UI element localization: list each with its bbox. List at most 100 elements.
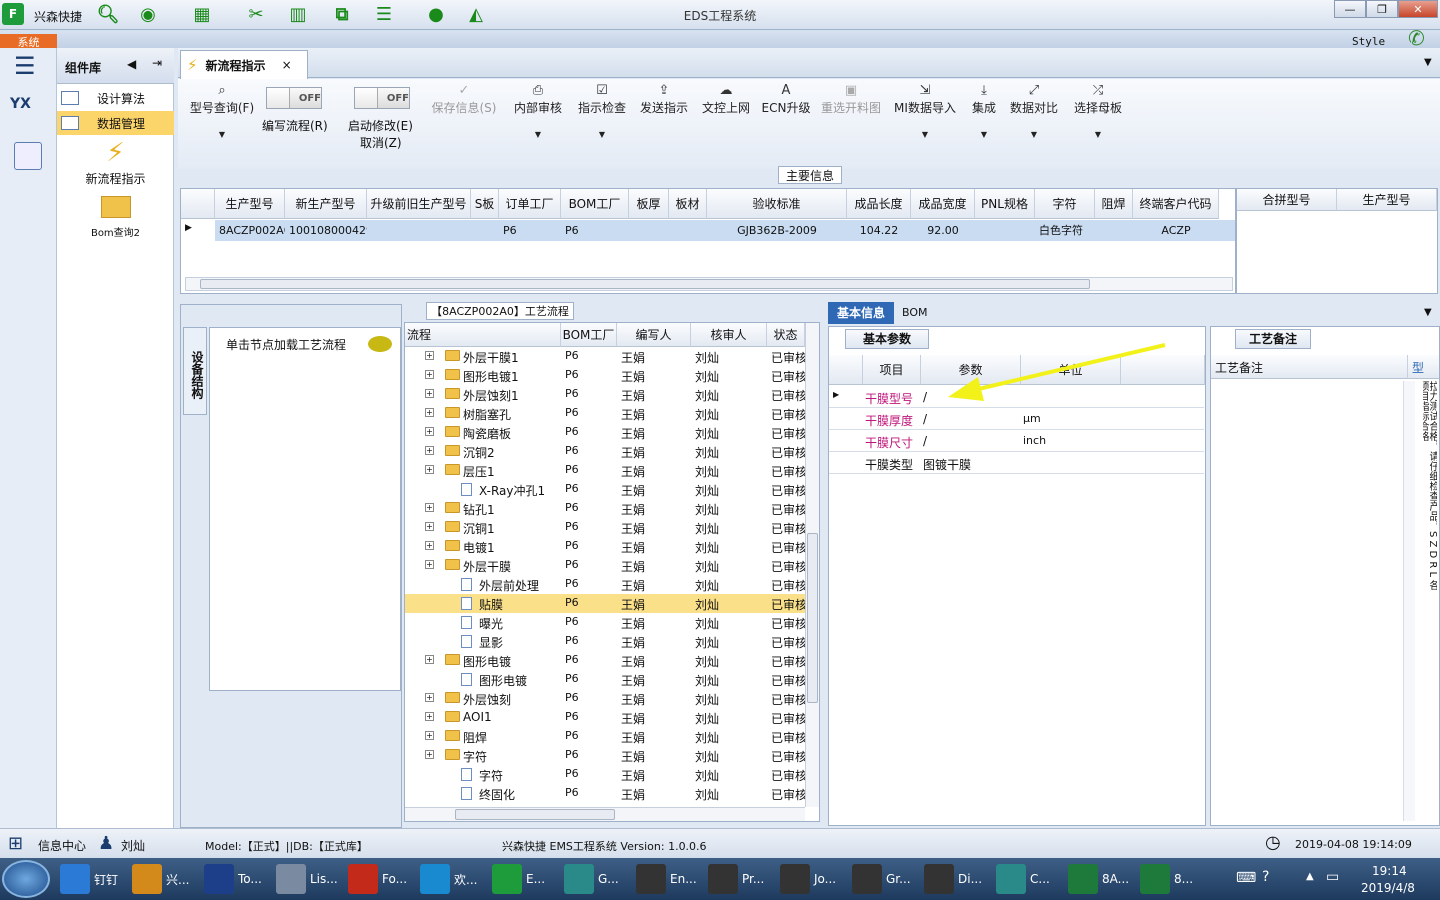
tool-mi-import[interactable]: ⇲ MI数据导入 ▼: [892, 83, 958, 139]
info-dropdown-icon[interactable]: ▼: [1424, 307, 1432, 318]
param-item[interactable]: 干膜厚度: [865, 412, 913, 429]
tool-send-instruction[interactable]: ⇪ 发送指示: [636, 83, 692, 116]
param-row[interactable]: 干膜厚度 / μm: [829, 408, 1204, 430]
tree-row[interactable]: + 钻孔1 P6 王娟 刘灿 已审核: [405, 499, 805, 518]
col-header[interactable]: PNL规格: [975, 189, 1035, 219]
taskbar-item[interactable]: En...: [636, 862, 706, 896]
grid-cell[interactable]: GJB362B-2009: [707, 220, 847, 240]
h-scrollbar[interactable]: [405, 807, 805, 821]
minimize-button[interactable]: —: [1334, 0, 1366, 18]
hamburger-icon[interactable]: ☰: [14, 54, 36, 78]
expand-icon[interactable]: +: [425, 427, 434, 436]
grid-cell[interactable]: [669, 220, 707, 240]
expand-icon[interactable]: +: [425, 712, 434, 721]
expand-icon[interactable]: +: [425, 503, 434, 512]
tree-row[interactable]: + 陶瓷磨板 P6 王娟 刘灿 已审核: [405, 423, 805, 442]
col-header[interactable]: 新生产型号: [285, 189, 367, 219]
col-header[interactable]: 终端客户代码: [1133, 189, 1219, 219]
tree-row[interactable]: + 外层蚀刻1 P6 王娟 刘灿 已审核: [405, 385, 805, 404]
grid-cell[interactable]: 104.22: [847, 220, 911, 240]
col-header[interactable]: 验收标准: [707, 189, 847, 219]
v-scrollbar[interactable]: [805, 323, 819, 807]
param-item[interactable]: 干膜型号: [865, 390, 913, 407]
col-header[interactable]: 成品长度: [847, 189, 911, 219]
tree-row[interactable]: + 图形电镀1 P6 王娟 刘灿 已审核: [405, 366, 805, 385]
col-header[interactable]: BOM工厂: [561, 189, 629, 219]
tool-doc-online[interactable]: ☁ 文控上网: [698, 83, 754, 116]
grid-cell[interactable]: [629, 220, 669, 240]
scroll-thumb[interactable]: [455, 809, 615, 820]
scroll-thumb[interactable]: [807, 533, 818, 703]
complib-item-data-management[interactable]: 数据管理: [57, 111, 174, 135]
pin-icon[interactable]: ⇥: [152, 56, 162, 70]
grid-cell[interactable]: 10010800042979: [285, 220, 367, 240]
remark-scrollbar[interactable]: [1403, 381, 1415, 821]
remark-col-header[interactable]: 工艺备注: [1211, 355, 1407, 379]
keyboard-icon[interactable]: ⌨: [1236, 870, 1256, 886]
col-header[interactable]: 板厚: [629, 189, 669, 219]
tool-model-query[interactable]: ⌕ 型号查询(F) ▼: [182, 83, 262, 139]
complib-item-design-algorithm[interactable]: 设计算法: [57, 86, 174, 110]
windows-grid-icon[interactable]: ⊞: [8, 833, 23, 854]
param-value[interactable]: /: [923, 434, 927, 448]
network-icon[interactable]: ▭: [1326, 869, 1339, 885]
tab-process-remark[interactable]: 工艺备注: [1235, 329, 1311, 349]
tree-row[interactable]: 曝光 P6 王娟 刘灿 已审核: [405, 613, 805, 632]
close-button[interactable]: ✕: [1398, 0, 1438, 18]
taskbar-item[interactable]: 8A...: [1068, 862, 1138, 896]
toggle-write-flow[interactable]: OFF: [266, 87, 322, 109]
tool-ecn-upgrade[interactable]: A ECN升级: [760, 83, 812, 116]
remark-col2-header[interactable]: 型: [1407, 355, 1439, 379]
taskbar-item[interactable]: Pr...: [708, 862, 778, 896]
tree-row[interactable]: + AOI1 P6 王娟 刘灿 已审核: [405, 708, 805, 727]
taskbar-item[interactable]: Di...: [924, 862, 994, 896]
param-item[interactable]: 干膜类型: [865, 456, 913, 473]
expand-icon[interactable]: +: [425, 655, 434, 664]
tree-row[interactable]: 外层前处理 P6 王娟 刘灿 已审核: [405, 575, 805, 594]
taskbar-item[interactable]: Lis...: [276, 862, 346, 896]
taskbar-item[interactable]: To...: [204, 862, 274, 896]
tile-new-process[interactable]: ⚡ 新流程指示: [57, 138, 174, 188]
col-header[interactable]: 编写人: [617, 323, 691, 347]
taskbar-item[interactable]: 欢...: [420, 862, 490, 896]
col-header[interactable]: 合拼型号: [1237, 189, 1337, 211]
param-row[interactable]: 干膜尺寸 / inch: [829, 430, 1204, 452]
tree-row[interactable]: + 字符 P6 王娟 刘灿 已审核: [405, 746, 805, 765]
grid-cell[interactable]: P6: [499, 220, 561, 240]
tool-internal-review[interactable]: ⎙ 内部审核 ▼: [510, 83, 566, 139]
taskbar-item[interactable]: 兴...: [132, 862, 202, 896]
tree-row[interactable]: 字符 P6 王娟 刘灿 已审核: [405, 765, 805, 784]
col-header[interactable]: BOM工厂: [561, 323, 617, 347]
scroll-thumb[interactable]: [200, 279, 1090, 289]
grid-cell[interactable]: [367, 220, 471, 240]
param-item[interactable]: 干膜尺寸: [865, 434, 913, 451]
expand-icon[interactable]: +: [425, 731, 434, 740]
taskbar-item[interactable]: E...: [492, 862, 562, 896]
grid-cell[interactable]: [471, 220, 499, 240]
col-header[interactable]: 生产型号: [215, 189, 285, 219]
param-value[interactable]: 图镀干膜: [923, 456, 971, 473]
param-row[interactable]: 干膜类型 图镀干膜: [829, 452, 1204, 474]
tree-row[interactable]: 贴膜 P6 王娟 刘灿 已审核: [405, 594, 805, 613]
vertical-tab-device-structure[interactable]: 设备结构: [183, 327, 207, 415]
col-header-item[interactable]: 项目: [863, 355, 921, 385]
col-header[interactable]: 阻焊: [1095, 189, 1133, 219]
tab-basic-info[interactable]: 基本信息: [828, 302, 894, 324]
col-header[interactable]: 流程: [405, 323, 561, 347]
yx-logo-icon[interactable]: YX: [10, 96, 44, 126]
col-header[interactable]: 升级前旧生产型号: [367, 189, 471, 219]
expand-icon[interactable]: +: [425, 522, 434, 531]
col-header[interactable]: 核审人: [691, 323, 767, 347]
h-scrollbar[interactable]: [185, 277, 1233, 291]
grid-cell[interactable]: [975, 220, 1035, 240]
grid-cell[interactable]: P6: [561, 220, 629, 240]
grid-cell[interactable]: 92.00: [911, 220, 975, 240]
tree-row[interactable]: + 层压1 P6 王娟 刘灿 已审核: [405, 461, 805, 480]
tree-row[interactable]: + 电镀1 P6 王娟 刘灿 已审核: [405, 537, 805, 556]
tree-row[interactable]: 终固化 P6 王娟 刘灿 已审核: [405, 784, 805, 803]
expand-icon[interactable]: +: [425, 408, 434, 417]
grid-cell[interactable]: 8ACZP002A0: [215, 220, 285, 240]
taskbar-time[interactable]: 19:14: [1372, 864, 1407, 878]
tree-row[interactable]: + 树脂塞孔 P6 王娟 刘灿 已审核: [405, 404, 805, 423]
tree-row[interactable]: + 外层干膜1 P6 王娟 刘灿 已审核: [405, 347, 805, 366]
